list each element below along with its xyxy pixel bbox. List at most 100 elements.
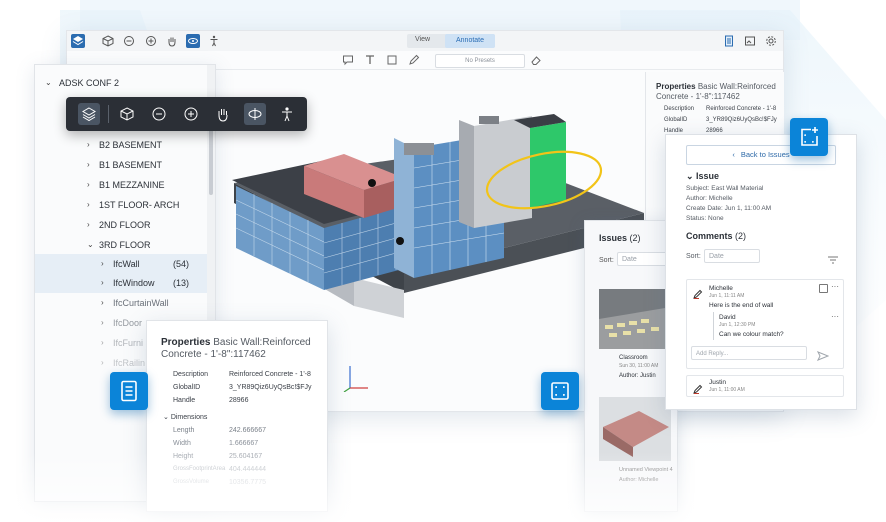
reply-text: Can we colour match? [719,331,784,338]
issue-heading: ⌄ Issue [686,171,720,181]
filter-icon[interactable] [828,251,838,269]
pen-tool-icon[interactable] [407,53,421,67]
zoom-out-icon[interactable] [148,103,170,125]
eraser-icon[interactable] [529,53,543,67]
comment-time: Jun 1, 11:11 AM [709,293,745,299]
comment-author: Justin [709,379,726,386]
prop-key: Description [664,106,695,112]
comment-item[interactable]: Justin Jun 1, 11:00 AM [686,375,844,397]
prop-value: Reinforced Concrete - 1'-8 [706,106,777,112]
orbit-icon[interactable] [186,34,200,48]
properties-title: Properties Basic Wall:Reinforced Concret… [161,337,311,360]
reply-divider [713,312,714,340]
prop-value: Reinforced Concrete - 1'-8 [229,371,311,378]
layers-icon[interactable] [78,103,100,125]
screenshot-icon[interactable] [743,34,757,48]
navigation-toolbar [66,97,307,131]
more-options-icon[interactable]: ··· [831,312,839,321]
dim-value: 10356.7775 [229,479,266,486]
tree-item[interactable]: › B1 BASEMENT [35,155,207,175]
tree-item-ifcwindow[interactable]: › IfcWindow (13) [35,273,207,293]
prop-key: GlobalID [664,117,688,123]
document-badge-icon [110,372,148,410]
zoom-out-icon[interactable] [122,34,136,48]
chevron-right-icon: › [101,278,104,287]
walk-person-icon[interactable] [276,103,298,125]
layers-icon[interactable] [71,34,85,48]
properties-card: Properties Basic Wall:Reinforced Concret… [146,320,328,512]
cube-icon[interactable] [101,34,115,48]
tree-item[interactable]: › IfcCurtainWall [35,293,207,313]
sort-dropdown[interactable]: Date [617,252,669,266]
add-reply-input[interactable]: Add Reply... [691,346,807,360]
issue-title: Unnamed Viewpoint 4 [619,467,673,473]
tree-item[interactable]: › B2 BASEMENT [35,135,207,155]
pencil-icon [693,381,703,399]
building-model-view[interactable] [214,108,644,328]
comment-time: Jun 1, 11:00 AM [709,387,745,393]
issue-detail-panel: ‹ Back to Issues ⌄ Issue Subject: East Wa… [665,134,857,410]
comment-text: Here is the end of wall [709,302,774,309]
issues-list-panel: Issues (2) Sort: Date Classroom Sun 30, … [584,220,678,512]
pan-hand-icon[interactable] [212,103,234,125]
dim-value: 404.444444 [229,466,266,473]
issue-title: Classroom [619,355,648,361]
prop-value: 3_YR89Qiz6UyQsBc!$FJy [229,384,312,391]
send-icon[interactable] [816,348,830,366]
prop-value: 3_YR89Qiz6UyQsBc!$FJy [706,117,777,123]
comment-thread: Michelle Jun 1, 11:11 AM Here is the end… [686,279,844,369]
reply-author: David [719,314,736,321]
classroom-thumbnail [599,289,671,349]
comment-icon[interactable] [341,53,355,67]
rectangle-tool-icon[interactable] [385,53,399,67]
chevron-left-icon: ‹ [732,150,735,159]
issue-thumbnail[interactable] [599,289,671,349]
chevron-right-icon: › [101,338,104,347]
tree-item[interactable]: › 2ND FLOOR [35,215,207,235]
view-annotate-switch[interactable]: View Annotate [407,34,495,48]
tree-item[interactable]: › B1 MEZZANINE [35,175,207,195]
properties-title: Properties Basic Wall:Reinforced Concret… [656,82,776,101]
dim-key: Width [173,440,191,447]
tree-item-ifcwall[interactable]: › IfcWall (54) [35,254,207,274]
tree-item[interactable]: ⌄ 3RD FLOOR [35,235,207,255]
tab-view[interactable]: View [415,36,430,43]
issue-thumbnail[interactable] [599,397,671,461]
zoom-in-icon[interactable] [180,103,202,125]
sort-label: Sort: [599,257,614,264]
divider [108,105,109,123]
pan-hand-icon[interactable] [165,34,179,48]
dim-value: 242.666667 [229,427,266,434]
zoom-in-icon[interactable] [144,34,158,48]
chevron-right-icon: › [87,220,90,229]
checkbox-icon[interactable] [819,284,828,293]
walk-person-icon[interactable] [207,34,221,48]
orbit-icon[interactable] [244,103,266,125]
pencil-icon [693,286,703,304]
issue-status: Status: None [686,215,724,222]
chevron-right-icon: › [101,358,104,367]
tab-annotate[interactable]: Annotate [445,34,495,48]
tree-root[interactable]: ⌄ ADSK CONF 2 [35,73,207,93]
gear-icon[interactable] [764,34,778,48]
document-icon[interactable] [722,34,736,48]
more-options-icon[interactable]: ··· [831,282,839,291]
dimensions-section[interactable]: ⌄ Dimensions [163,413,207,421]
chevron-right-icon: › [87,140,90,149]
presets-dropdown[interactable]: No Presets [435,54,525,68]
building-thumbnail [599,397,671,461]
prop-key: Handle [173,397,196,404]
sort-dropdown[interactable]: Date [704,249,760,263]
dim-value: 25.604167 [229,453,263,460]
dim-key: GrossFootprintArea [173,466,226,472]
dim-key: Length [173,427,195,434]
chevron-right-icon: › [87,200,90,209]
prop-key: GlobalID [173,384,201,391]
tree-item[interactable]: › 1ST FLOOR- ARCH [35,195,207,215]
chevron-right-icon: › [87,180,90,189]
issue-author: Author: Michelle [619,477,659,483]
text-tool-icon[interactable] [363,53,377,67]
prop-value: 28966 [229,397,249,404]
cube-icon[interactable] [116,103,138,125]
sort-label: Sort: [686,253,701,260]
